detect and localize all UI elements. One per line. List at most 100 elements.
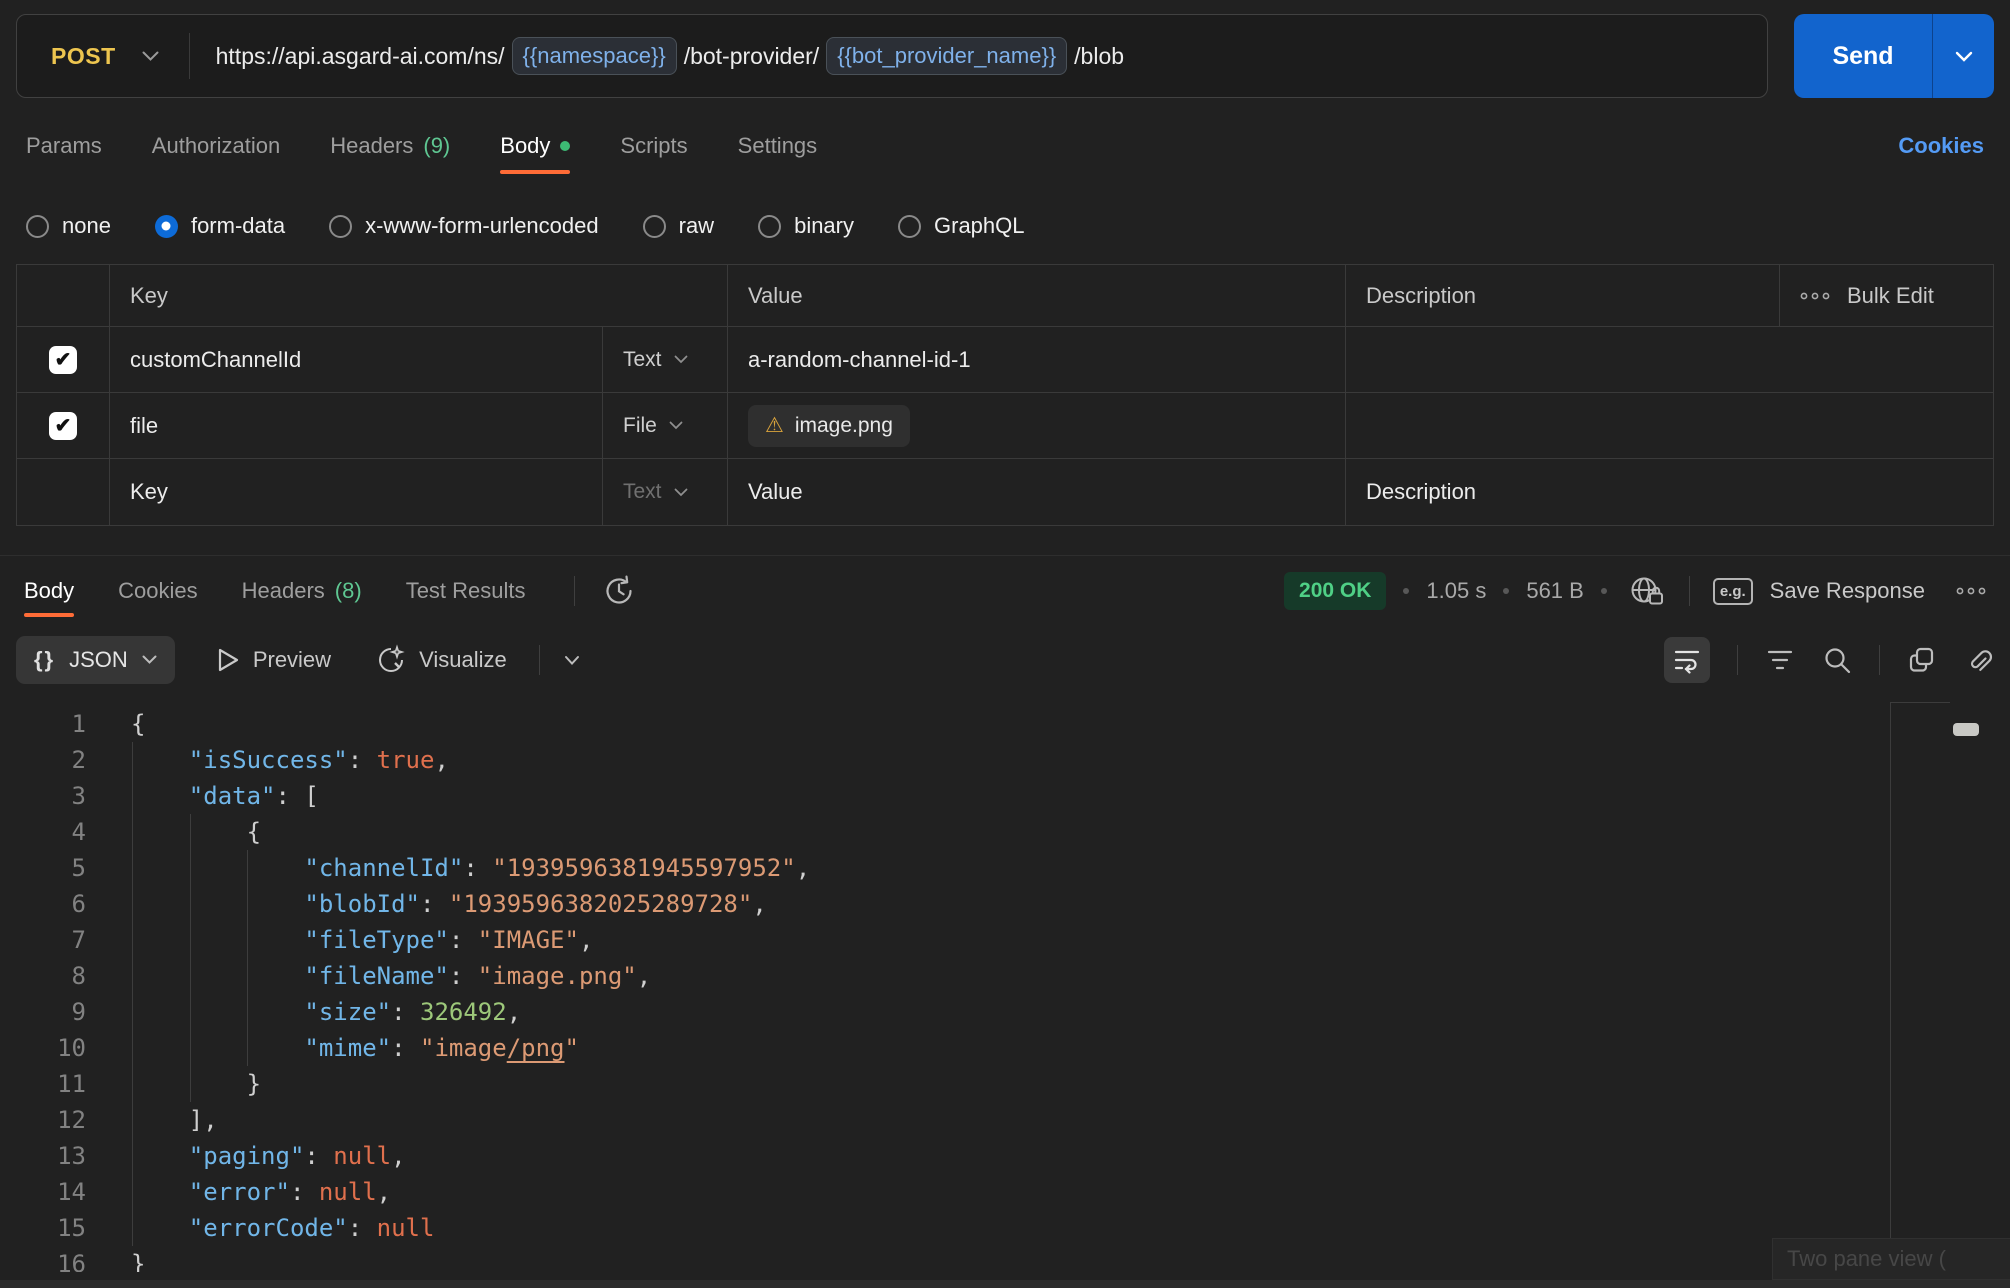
- line-number: 6: [0, 886, 86, 922]
- code-token: [131, 1106, 189, 1134]
- key-cell[interactable]: Key: [110, 459, 603, 525]
- body-mode-GraphQL[interactable]: GraphQL: [898, 213, 1025, 239]
- line-number: 16: [0, 1246, 86, 1272]
- line-number: 14: [0, 1174, 86, 1210]
- code-token: [131, 746, 189, 774]
- radio-button[interactable]: [329, 215, 352, 238]
- url-variable-chip[interactable]: {{namespace}}: [512, 37, 677, 75]
- radio-button[interactable]: [758, 215, 781, 238]
- file-name: image.png: [795, 414, 893, 438]
- form-data-table: Key Value Description Bulk Edit ✔ customC…: [16, 264, 1994, 526]
- code-token: [131, 1070, 247, 1098]
- response-tab-body[interactable]: Body: [24, 578, 74, 604]
- tab-settings[interactable]: Settings: [738, 133, 818, 159]
- key-cell[interactable]: customChannelId: [110, 327, 603, 392]
- url-input[interactable]: https://api.asgard-ai.com/ns/{{namespace…: [216, 37, 1124, 75]
- radio-button[interactable]: [26, 215, 49, 238]
- divider: [1737, 645, 1738, 675]
- network-info-icon[interactable]: [1628, 573, 1666, 609]
- description-cell[interactable]: [1346, 327, 1993, 392]
- line-number: 3: [0, 778, 86, 814]
- radio-button[interactable]: [643, 215, 666, 238]
- tab-scripts[interactable]: Scripts: [620, 133, 687, 159]
- tab-body[interactable]: Body: [500, 133, 570, 159]
- tab-headers[interactable]: Headers(9): [330, 133, 450, 159]
- body-mode-raw[interactable]: raw: [643, 213, 714, 239]
- braces-icon: {}: [34, 647, 55, 673]
- tab-label: Cookies: [118, 578, 197, 604]
- cookies-link[interactable]: Cookies: [1898, 133, 1984, 159]
- tab-params[interactable]: Params: [26, 133, 102, 159]
- two-pane-view-tooltip: Two pane view (: [1772, 1238, 2010, 1280]
- body-mode-none[interactable]: none: [26, 213, 111, 239]
- body-mode-form-data[interactable]: form-data: [155, 213, 285, 239]
- key-cell[interactable]: file: [110, 393, 603, 458]
- divider: [539, 645, 540, 675]
- checkbox[interactable]: ✔: [49, 346, 77, 374]
- word-wrap-icon[interactable]: [1664, 637, 1710, 683]
- code-token: null: [333, 1142, 391, 1170]
- save-response-button[interactable]: Save Response: [1770, 578, 1925, 604]
- viewer-options-icon[interactable]: [564, 655, 580, 666]
- preview-button[interactable]: Preview: [215, 646, 331, 674]
- response-body-viewer: 1{2 "isSuccess": true,3 "data": [4 {5 "c…: [0, 696, 2010, 1272]
- filter-icon[interactable]: [1765, 648, 1795, 672]
- send-options-button[interactable]: [1932, 14, 1994, 98]
- response-tab-cookies[interactable]: Cookies: [118, 578, 197, 604]
- status-badge: 200 OK: [1284, 572, 1386, 610]
- line-content: "fileName": "image.png",: [131, 958, 651, 994]
- code-token: "fileName": [304, 962, 449, 990]
- radio-label: GraphQL: [934, 213, 1025, 239]
- search-icon[interactable]: [1822, 645, 1852, 675]
- type-select[interactable]: File: [623, 414, 683, 438]
- tab-authorization[interactable]: Authorization: [152, 133, 280, 159]
- chevron-down-icon: [1955, 51, 1973, 62]
- code-token: 326492: [420, 998, 507, 1026]
- visualize-button[interactable]: Visualize: [375, 644, 507, 676]
- description-cell[interactable]: Description: [1346, 459, 1993, 525]
- response-history-icon[interactable]: [601, 573, 637, 609]
- radio-button[interactable]: [155, 215, 178, 238]
- code-token: ": [565, 1034, 579, 1062]
- code-token: "IMAGE": [478, 926, 579, 954]
- checkbox[interactable]: ✔: [49, 412, 77, 440]
- description-cell[interactable]: [1346, 393, 1993, 458]
- dot-separator: [1601, 588, 1607, 594]
- preview-label: Preview: [253, 647, 331, 673]
- code-line: 4 {: [0, 814, 2010, 850]
- response-tab-test-results[interactable]: Test Results: [406, 578, 526, 604]
- dot-separator: [1503, 588, 1509, 594]
- response-tab-headers[interactable]: Headers(8): [242, 578, 362, 604]
- code-line: 1{: [0, 706, 2010, 742]
- body-mode-binary[interactable]: binary: [758, 213, 854, 239]
- minimap-column: [1890, 702, 1950, 1272]
- value-cell[interactable]: a-random-channel-id-1: [728, 327, 1346, 392]
- link-icon[interactable]: [1964, 645, 1994, 675]
- code-token: ,: [637, 962, 651, 990]
- line-content: {: [131, 814, 261, 850]
- copy-icon[interactable]: [1907, 645, 1937, 675]
- line-content: }: [131, 1066, 261, 1102]
- scrollbar-handle[interactable]: [1953, 723, 1979, 736]
- more-actions-icon[interactable]: [1956, 586, 1986, 596]
- method-select[interactable]: POST: [17, 43, 189, 70]
- code-line: 8 "fileName": "image.png",: [0, 958, 2010, 994]
- file-value-chip[interactable]: ⚠ image.png: [748, 405, 910, 447]
- format-select[interactable]: {} JSON: [16, 636, 175, 684]
- warning-icon: ⚠: [765, 415, 784, 436]
- value-cell[interactable]: Value: [728, 459, 1346, 525]
- code-token: }: [131, 1250, 145, 1272]
- type-label: Text: [623, 348, 662, 372]
- tab-label: Body: [24, 578, 74, 604]
- type-select[interactable]: Text: [623, 348, 688, 372]
- code-token: "errorCode": [189, 1214, 348, 1242]
- value-cell[interactable]: ⚠ image.png: [728, 393, 1346, 458]
- url-variable-chip[interactable]: {{bot_provider_name}}: [826, 37, 1067, 75]
- send-button[interactable]: Send: [1794, 14, 1932, 98]
- line-content: "error": null,: [131, 1174, 391, 1210]
- bulk-edit-button[interactable]: Bulk Edit: [1780, 265, 1993, 326]
- code-line: 13 "paging": null,: [0, 1138, 2010, 1174]
- type-select[interactable]: Text: [623, 480, 688, 504]
- body-mode-x-www-form-urlencoded[interactable]: x-www-form-urlencoded: [329, 213, 599, 239]
- radio-button[interactable]: [898, 215, 921, 238]
